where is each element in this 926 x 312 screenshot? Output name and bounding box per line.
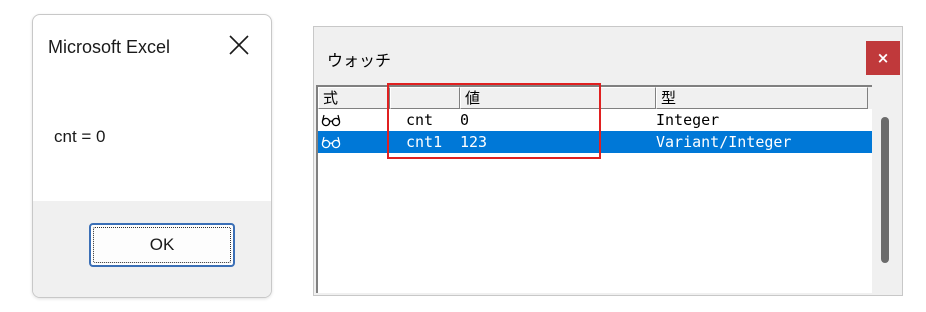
- column-header-expression[interactable]: 式: [318, 87, 390, 109]
- dialog-title: Microsoft Excel: [48, 37, 171, 57]
- watch-row-type: Integer: [656, 111, 720, 129]
- watch-row-type: Variant/Integer: [656, 133, 792, 151]
- ok-button[interactable]: OK: [89, 223, 235, 267]
- watch-window-title: ウォッチ: [327, 51, 392, 70]
- close-icon[interactable]: [227, 33, 251, 57]
- ok-button-label: OK: [149, 235, 175, 254]
- glasses-icon: [321, 136, 341, 149]
- watch-window: ウォッチ × 式 値 型 cnt 0 Integer cnt1 123 Vari…: [313, 26, 903, 296]
- column-header-value[interactable]: 値: [460, 87, 656, 109]
- dialog-footer: OK: [33, 201, 271, 297]
- column-header-blank[interactable]: [390, 87, 460, 109]
- watch-row-name: cnt1: [406, 133, 443, 151]
- close-icon: ×: [876, 49, 890, 67]
- watch-list[interactable]: 式 値 型 cnt 0 Integer cnt1 123 Variant/Int…: [316, 85, 872, 293]
- glasses-icon: [321, 114, 341, 127]
- vertical-scrollbar[interactable]: [874, 111, 896, 293]
- watch-row-name: cnt: [406, 111, 434, 129]
- watch-row-value: 123: [460, 133, 488, 151]
- watch-row-value: 0: [460, 111, 470, 129]
- watch-row-selected[interactable]: cnt1 123 Variant/Integer: [318, 131, 872, 153]
- column-header-type[interactable]: 型: [656, 87, 868, 109]
- scrollbar-thumb[interactable]: [881, 117, 889, 263]
- close-button[interactable]: ×: [866, 41, 900, 75]
- dialog-message: cnt = 0: [54, 127, 106, 146]
- excel-message-box: Microsoft Excel cnt = 0 OK: [32, 14, 272, 298]
- watch-row[interactable]: cnt 0 Integer: [318, 109, 872, 131]
- column-header-row: 式 値 型: [318, 87, 872, 109]
